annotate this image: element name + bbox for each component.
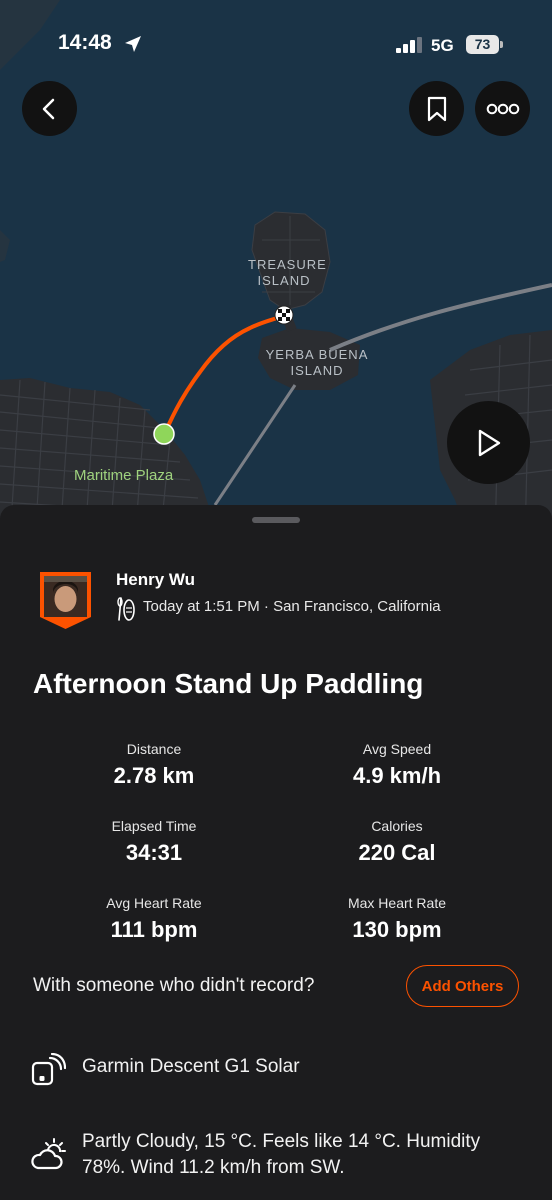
weather-summary: Partly Cloudy, 15 °C. Feels like 14 °C. …	[82, 1131, 481, 1178]
add-others-button[interactable]: Add Others	[406, 965, 519, 1007]
chevron-left-icon	[42, 98, 54, 119]
finish-marker	[274, 305, 294, 325]
athlete-name[interactable]: Henry Wu	[116, 570, 195, 590]
stat-value: 220 Cal	[358, 840, 436, 865]
play-flyover-button[interactable]	[447, 401, 530, 484]
stat-label: Avg Speed	[362, 741, 432, 757]
stat-elapsed-time: Elapsed Time 34:31	[34, 818, 274, 866]
with-someone-prompt: With someone who didn't record?	[33, 975, 315, 996]
stat-distance: Distance 2.78 km	[34, 741, 274, 789]
play-icon	[478, 429, 500, 456]
stat-label: Distance	[126, 741, 182, 757]
stat-label: Elapsed Time	[111, 818, 197, 834]
network-type: 5G	[431, 36, 454, 55]
map-label-treasure-island: TREASURE ISLAND	[248, 257, 327, 288]
stat-value: 130 bpm	[352, 917, 442, 942]
back-button[interactable]	[22, 81, 77, 136]
bookmark-button[interactable]	[409, 81, 464, 136]
cellular-signal-icon	[396, 37, 422, 53]
stat-avg-heart-rate: Avg Heart Rate 111 bpm	[34, 895, 274, 943]
activity-meta: Today at 1:51 PM · San Francisco, Califo…	[143, 598, 441, 615]
stat-label: Calories	[371, 818, 423, 834]
start-marker	[153, 423, 175, 445]
status-time: 14:48	[58, 31, 112, 54]
activity-details-sheet: Henry Wu Today at 1:51 PM · San Francisc…	[0, 505, 552, 1200]
stat-value: 2.78 km	[113, 763, 195, 788]
athlete-avatar[interactable]	[37, 569, 94, 631]
location-arrow-icon	[125, 36, 141, 52]
stand-up-paddle-icon	[117, 597, 135, 621]
more-dots-icon	[486, 103, 519, 114]
sheet-grabber[interactable]	[252, 517, 300, 523]
stat-label: Avg Heart Rate	[106, 895, 202, 911]
battery-tip	[500, 41, 503, 48]
device-sync-icon	[31, 1053, 66, 1086]
bookmark-icon	[427, 96, 446, 121]
stat-max-heart-rate: Max Heart Rate 130 bpm	[277, 895, 517, 943]
stat-avg-speed: Avg Speed 4.9 km/h	[277, 741, 517, 789]
stat-value: 111 bpm	[110, 917, 198, 942]
more-options-button[interactable]	[475, 81, 530, 136]
map-label-maritime-plaza: Maritime Plaza	[74, 467, 174, 484]
battery-indicator: 73	[466, 35, 499, 54]
stat-value: 34:31	[125, 840, 183, 865]
device-name: Garmin Descent G1 Solar	[82, 1056, 300, 1077]
status-bar: 14:48 5G 73	[0, 0, 552, 90]
stat-calories: Calories 220 Cal	[277, 818, 517, 866]
stat-label: Max Heart Rate	[347, 895, 447, 911]
partly-cloudy-icon	[31, 1138, 66, 1170]
stat-value: 4.9 km/h	[352, 763, 442, 788]
activity-title: Afternoon Stand Up Paddling	[33, 668, 424, 699]
map-label-yerba-buena-island: YERBA BUENA ISLAND	[265, 347, 369, 378]
